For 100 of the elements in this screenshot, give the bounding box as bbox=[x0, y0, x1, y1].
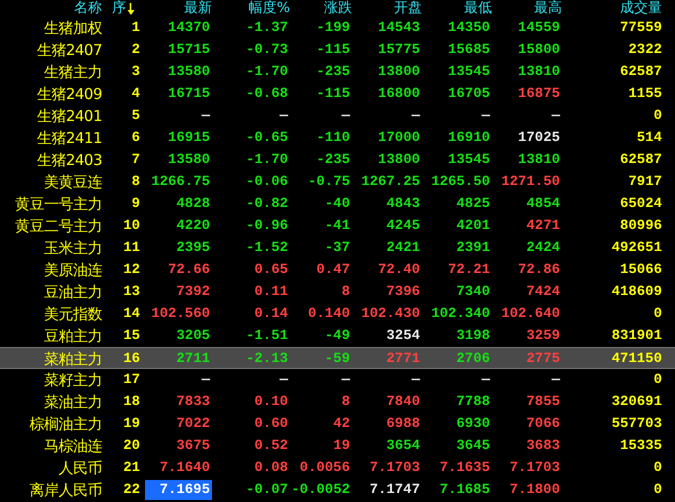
quote-cell-text: 0.11 bbox=[253, 283, 289, 302]
table-row[interactable]: 美元指数 14 102.560 0.14 0.140 102.430 102.340 102.640 0 bbox=[0, 303, 675, 325]
quote-cell: 7.1695 bbox=[145, 480, 212, 500]
column-header[interactable]: 名称 bbox=[74, 0, 102, 17]
row-number: 21 bbox=[122, 459, 140, 478]
table-row[interactable]: 生猪2407 2 15715 -0.73 -115 15775 15685 15800 2322 bbox=[0, 39, 675, 61]
table-row[interactable]: 生猪2401 5 — — — — — — 0 bbox=[0, 105, 675, 127]
quote-cell-text: -115 bbox=[315, 85, 351, 104]
quote-cell-text: 72.21 bbox=[446, 261, 491, 280]
volume-cell-text: 0 bbox=[652, 107, 662, 126]
table-row[interactable]: 黄豆二号主力 10 4220 -0.96 -41 4245 4201 4271 80996 bbox=[0, 215, 675, 237]
instrument-name: 美原油连 bbox=[43, 260, 102, 281]
table-row[interactable]: 菜粕主力 16 2711 -2.13 -59 2771 2706 2775 471150 bbox=[0, 347, 675, 369]
instrument-name: 马棕油连 bbox=[43, 436, 102, 457]
quote-cell-text: -37 bbox=[324, 239, 351, 258]
quote-cell-text: 13800 bbox=[376, 151, 421, 170]
quote-cell-text: 16915 bbox=[166, 129, 211, 148]
instrument-name: 生猪2411 bbox=[36, 128, 102, 149]
quote-cell-text: — bbox=[278, 107, 290, 126]
quote-cell-text: 2395 bbox=[175, 239, 211, 258]
quote-cell-text: 4854 bbox=[525, 195, 561, 214]
table-row[interactable]: 豆油主力 13 7392 0.11 8 7396 7340 7424 418609 bbox=[0, 281, 675, 303]
table-row[interactable]: 美原油连 12 72.66 0.65 0.47 72.40 72.21 72.86 15066 bbox=[0, 259, 675, 281]
volume-cell-text: 514 bbox=[636, 129, 662, 148]
column-header[interactable]: 序 bbox=[112, 0, 126, 17]
quote-cell-text: 1266.75 bbox=[150, 173, 211, 192]
quote-cell-text: 102.430 bbox=[360, 305, 421, 324]
volume-cell-text: 80996 bbox=[618, 217, 662, 236]
table-row[interactable]: 玉米主力 11 2395 -1.52 -37 2421 2391 2424 492651 bbox=[0, 237, 675, 259]
quote-cell-text: 4828 bbox=[175, 195, 211, 214]
quote-cell-text: 15775 bbox=[376, 41, 421, 60]
quote-cell-text: 14543 bbox=[376, 19, 421, 38]
table-row[interactable]: 人民币 21 7.1640 0.08 0.0056 7.1703 7.1635 7.1703 0 bbox=[0, 457, 675, 479]
table-row[interactable]: 生猪主力 3 13580 -1.70 -235 13800 13545 13810 62587 bbox=[0, 61, 675, 83]
volume-cell-text: 320691 bbox=[610, 393, 662, 412]
table-row[interactable]: 马棕油连 20 3675 0.52 19 3654 3645 3683 15335 bbox=[0, 435, 675, 457]
quote-cell-text: 7833 bbox=[175, 393, 211, 412]
table-row[interactable]: 菜油主力 18 7833 0.10 8 7840 7788 7855 320691 bbox=[0, 391, 675, 413]
volume-cell-text: 492651 bbox=[610, 239, 662, 258]
quote-cell-text: -1.51 bbox=[244, 327, 289, 346]
quote-cell-text: 16910 bbox=[446, 129, 491, 148]
quote-cell-text: — bbox=[340, 107, 352, 126]
quote-cell-text: 3259 bbox=[525, 327, 561, 346]
row-number: 12 bbox=[122, 261, 140, 280]
instrument-name: 菜籽主力 bbox=[43, 370, 102, 391]
quote-cell-text: -115 bbox=[315, 41, 351, 60]
column-header[interactable]: 最高 bbox=[534, 0, 562, 17]
column-header[interactable]: 涨跌 bbox=[324, 0, 352, 17]
quote-cell-text: — bbox=[200, 107, 212, 126]
quote-cell-text: 2424 bbox=[525, 239, 561, 258]
quote-cell-text: -0.68 bbox=[244, 85, 289, 104]
quote-cell-text: -235 bbox=[315, 151, 351, 170]
quote-cell-text: -235 bbox=[315, 63, 351, 82]
quote-cell-text: -1.52 bbox=[244, 239, 289, 258]
quote-cell-text: 13545 bbox=[446, 63, 491, 82]
instrument-name: 美元指数 bbox=[43, 304, 102, 325]
row-number: 3 bbox=[130, 63, 140, 82]
quote-cell-text: — bbox=[278, 371, 290, 390]
quote-cell-text: -1.37 bbox=[244, 19, 289, 38]
row-number: 15 bbox=[122, 327, 140, 346]
table-row[interactable]: 棕榈油主力 19 7022 0.60 42 6988 6930 7066 557703 bbox=[0, 413, 675, 435]
quote-cell-text: 14350 bbox=[446, 19, 491, 38]
table-row[interactable]: 豆粕主力 15 3205 -1.51 -49 3254 3198 3259 831901 bbox=[0, 325, 675, 347]
column-header[interactable]: 最新 bbox=[184, 0, 212, 17]
quote-cell-text: 3654 bbox=[385, 437, 421, 456]
table-row[interactable]: 生猪2403 7 13580 -1.70 -235 13800 13545 13810 62587 bbox=[0, 149, 675, 171]
quote-cell-text: — bbox=[480, 107, 492, 126]
instrument-name: 豆油主力 bbox=[43, 282, 102, 303]
quote-cell-text: 72.66 bbox=[166, 261, 211, 280]
quote-cell-text: 2775 bbox=[525, 350, 561, 369]
quote-cell-text: 2421 bbox=[385, 239, 421, 258]
quote-cell-text: 7.1703 bbox=[508, 459, 561, 478]
quote-cell-text: 102.340 bbox=[430, 305, 491, 324]
volume-cell-text: 1155 bbox=[627, 85, 662, 104]
column-header[interactable]: 开盘 bbox=[394, 0, 422, 17]
volume-cell-text: 2322 bbox=[627, 41, 662, 60]
quote-cell-text: — bbox=[200, 371, 212, 390]
quote-cell-text: 3205 bbox=[175, 327, 211, 346]
table-row[interactable]: 生猪加权 1 14370 -1.37 -199 14543 14350 14559 77559 bbox=[0, 17, 675, 39]
quote-cell-text: 4843 bbox=[385, 195, 421, 214]
instrument-name: 黄豆二号主力 bbox=[14, 216, 102, 237]
quote-cell-text: 16800 bbox=[376, 85, 421, 104]
volume-cell-text: 62587 bbox=[618, 63, 662, 82]
quote-cell-text: 17025 bbox=[516, 129, 561, 148]
table-row[interactable]: 生猪2411 6 16915 -0.65 -110 17000 16910 17025 514 bbox=[0, 127, 675, 149]
table-row[interactable]: 生猪2409 4 16715 -0.68 -115 16800 16705 16875 1155 bbox=[0, 83, 675, 105]
volume-cell-text: 0 bbox=[652, 371, 662, 390]
table-row[interactable]: 菜籽主力 17 — — — — — — 0 bbox=[0, 369, 675, 391]
instrument-name: 豆粕主力 bbox=[43, 326, 102, 347]
instrument-name: 玉米主力 bbox=[43, 238, 102, 259]
row-number: 18 bbox=[122, 393, 140, 412]
quote-cell-text: -0.06 bbox=[244, 173, 289, 192]
quote-cell-text: 0.47 bbox=[315, 261, 351, 280]
table-row[interactable]: 美黄豆连 8 1266.75 -0.06 -0.75 1267.25 1265.50 1271.50 7917 bbox=[0, 171, 675, 193]
table-row[interactable]: 离岸人民币 22 7.1695 -0.07 -0.0052 7.1747 7.1685 7.1800 0 bbox=[0, 479, 675, 501]
table-row[interactable]: 黄豆一号主力 9 4828 -0.82 -40 4843 4825 4854 65024 bbox=[0, 193, 675, 215]
column-header[interactable]: 幅度% bbox=[248, 0, 290, 17]
column-header[interactable]: 成交量 bbox=[620, 0, 662, 17]
column-header[interactable]: 最低 bbox=[464, 0, 492, 17]
instrument-name: 菜粕主力 bbox=[43, 349, 102, 370]
